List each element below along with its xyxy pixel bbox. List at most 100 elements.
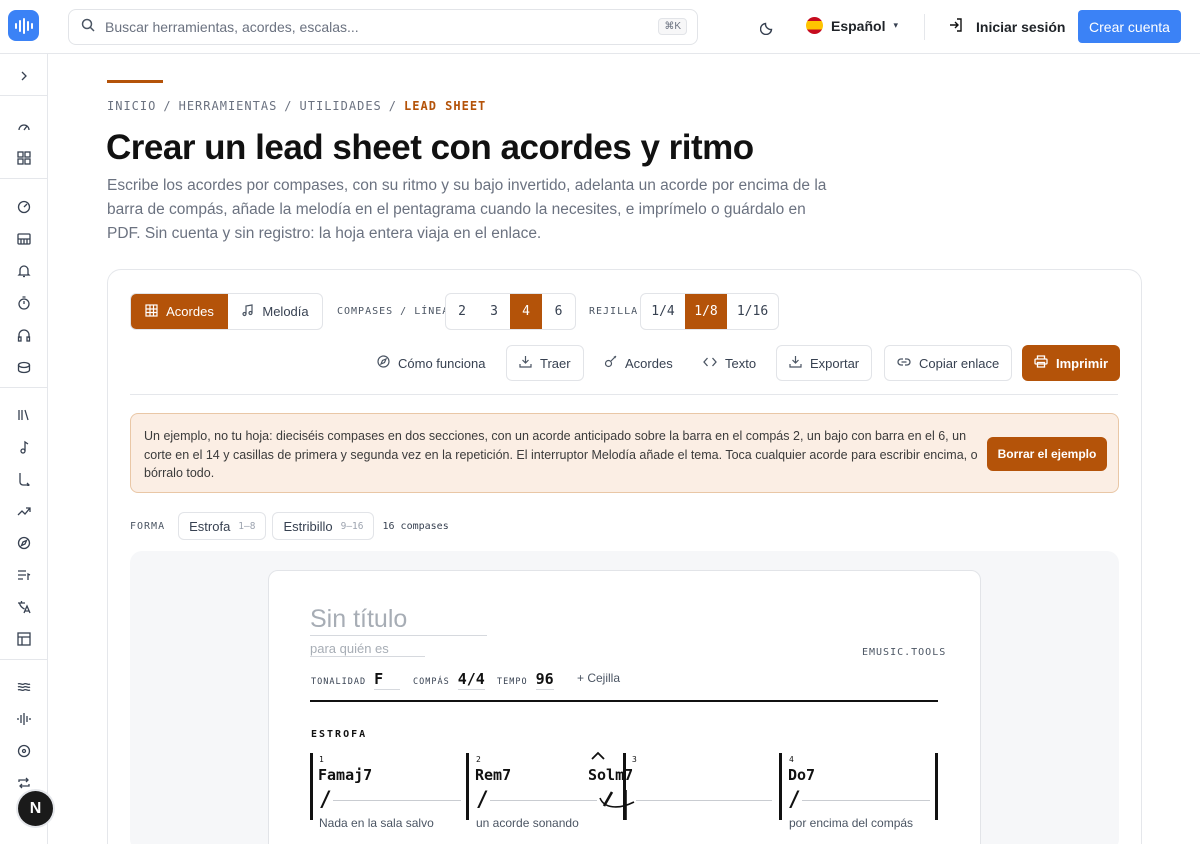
compass-icon[interactable]	[14, 533, 34, 553]
disc-icon[interactable]	[14, 741, 34, 761]
printer-icon	[1034, 355, 1048, 371]
chords-button[interactable]: Acordes	[592, 345, 685, 381]
spain-flag-icon	[806, 17, 823, 34]
music-note-icon	[241, 303, 254, 320]
bars-option-4[interactable]: 4	[510, 294, 542, 329]
chord-symbol[interactable]: Do7	[788, 766, 815, 784]
time-signature-field[interactable]: COMPÁS 4/4	[413, 670, 485, 690]
gauge-icon[interactable]	[14, 117, 34, 137]
tuner-icon[interactable]	[14, 197, 34, 217]
table-icon[interactable]	[14, 629, 34, 649]
form-section-chorus[interactable]: Estribillo 9–16	[272, 512, 375, 540]
rhythm-slash: /	[319, 787, 332, 811]
avatar[interactable]: N	[18, 791, 53, 826]
lyric-text[interactable]: un acorde sonando	[476, 816, 579, 830]
form-section-range: 1–8	[238, 520, 256, 532]
copy-link-button[interactable]: Copiar enlace	[884, 345, 1013, 381]
text-button[interactable]: Texto	[691, 345, 768, 381]
clear-example-button[interactable]: Borrar el ejemplo	[987, 437, 1107, 471]
text-label: Texto	[725, 355, 757, 371]
list-music-icon[interactable]	[14, 565, 34, 585]
bars-per-line-selector: 2 3 4 6	[445, 293, 576, 330]
accent-line	[107, 80, 163, 83]
beat-line	[802, 800, 930, 801]
language-selector[interactable]: Español ▾	[806, 17, 898, 34]
key-field[interactable]: TONALIDAD F	[311, 670, 401, 690]
stopwatch-icon[interactable]	[14, 293, 34, 313]
barline	[935, 753, 938, 820]
export-button[interactable]: Exportar	[776, 345, 873, 381]
chord-symbol[interactable]: Rem7	[475, 766, 511, 784]
breadcrumb-current: LEAD SHEET	[404, 99, 487, 113]
search-input[interactable]	[105, 19, 645, 35]
grid-option-sixteenth[interactable]: 1/16	[727, 294, 778, 329]
beat-line	[490, 800, 597, 801]
add-capo-button[interactable]: + Cejilla	[577, 671, 620, 685]
piano-icon[interactable]	[14, 229, 34, 249]
breadcrumb-utilities[interactable]: UTILIDADES	[300, 99, 382, 113]
breadcrumb-home[interactable]: INICIO	[107, 99, 156, 113]
lyric-text[interactable]: por encima del compás	[789, 816, 913, 830]
grid-selector: 1/4 1/8 1/16	[640, 293, 779, 330]
section-label: ESTROFA	[311, 729, 368, 740]
bars-option-6[interactable]: 6	[542, 294, 575, 329]
barline	[466, 753, 469, 820]
form-label: FORMA	[130, 520, 166, 532]
repeat-icon[interactable]	[14, 773, 34, 793]
form-bar: FORMA Estrofa 1–8 Estribillo 9–16 16 com…	[130, 512, 449, 540]
import-button[interactable]: Traer	[506, 345, 584, 381]
grid-option-eighth[interactable]: 1/8	[685, 294, 727, 329]
breadcrumb-tools[interactable]: HERRAMIENTAS	[179, 99, 278, 113]
mode-chords-button[interactable]: Acordes	[131, 294, 228, 329]
tempo-field[interactable]: TEMPO 96	[497, 670, 554, 690]
login-button[interactable]: Iniciar sesión	[948, 17, 1065, 36]
anticipated-chord[interactable]: Solm7	[588, 766, 633, 784]
chevron-down-icon: ▾	[893, 20, 898, 30]
sheet-title-input[interactable]: Sin título	[310, 605, 487, 636]
headphones-icon[interactable]	[14, 325, 34, 345]
sheet-brand: EMUSIC.TOOLS	[862, 647, 947, 658]
how-it-works-button[interactable]: Cómo funciona	[365, 345, 497, 381]
print-label: Imprimir	[1056, 355, 1109, 371]
download-icon	[789, 355, 802, 371]
mode-melody-button[interactable]: Melodía	[228, 294, 322, 329]
moon-icon[interactable]	[756, 15, 780, 39]
search-icon	[81, 18, 95, 37]
chord-symbol[interactable]: Famaj7	[318, 766, 372, 784]
form-section-name: Estrofa	[189, 518, 231, 534]
sheet-dedication-input[interactable]: para quién es	[310, 641, 425, 657]
breadcrumb: INICIO / HERRAMIENTAS / UTILIDADES / LEAD S…	[107, 99, 487, 113]
audio-wave-icon[interactable]	[14, 709, 34, 729]
sidebar-divider	[0, 387, 48, 388]
trend-icon[interactable]	[14, 501, 34, 521]
barline	[310, 753, 313, 820]
print-button[interactable]: Imprimir	[1022, 345, 1121, 381]
language-label: Español	[831, 17, 886, 34]
download-icon	[519, 355, 532, 371]
form-section-name: Estribillo	[283, 518, 333, 534]
bell-icon[interactable]	[14, 261, 34, 281]
grid-icon[interactable]	[14, 148, 34, 168]
music-note-icon[interactable]	[14, 437, 34, 457]
tie-slash-mark	[599, 790, 635, 820]
waveform-icon[interactable]	[8, 10, 39, 41]
chevron-right-icon[interactable]	[14, 66, 34, 86]
waves-icon[interactable]	[14, 677, 34, 697]
bars-option-2[interactable]: 2	[446, 294, 478, 329]
mode-toggle: Acordes Melodía	[130, 293, 323, 330]
top-bar: ⌘K Español ▾ Iniciar sesión Crear cuenta	[0, 0, 1200, 54]
branch-icon[interactable]	[14, 469, 34, 489]
library-icon[interactable]	[14, 405, 34, 425]
key-value: F	[374, 670, 401, 690]
mode-chords-label: Acordes	[166, 304, 214, 319]
form-section-verse[interactable]: Estrofa 1–8	[178, 512, 267, 540]
signup-button[interactable]: Crear cuenta	[1078, 10, 1181, 43]
translate-icon[interactable]	[14, 597, 34, 617]
login-label: Iniciar sesión	[976, 18, 1066, 35]
lyric-text[interactable]: Nada en la sala salvo	[319, 816, 434, 830]
search-box[interactable]: ⌘K	[68, 9, 698, 45]
drum-icon[interactable]	[14, 357, 34, 377]
grid-option-quarter[interactable]: 1/4	[641, 294, 685, 329]
bars-option-3[interactable]: 3	[478, 294, 510, 329]
guitar-icon	[604, 355, 617, 371]
